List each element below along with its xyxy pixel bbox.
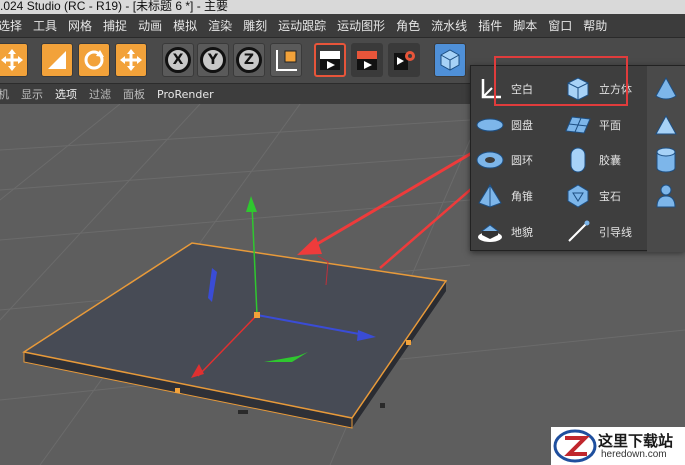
menu-item-label: 圆盘 [511,119,533,132]
capsule-icon [561,143,595,177]
menu-item-label: 地貌 [511,226,533,239]
scale-icon[interactable] [41,43,73,77]
lock-z-icon[interactable]: Z [233,43,265,77]
viewport-menu-display[interactable]: 显示 [21,86,43,102]
disc-icon [473,108,507,142]
viewport-menu-options[interactable]: 选项 [55,86,77,102]
viewport-menu-panel[interactable]: 面板 [123,86,145,102]
pyramid-icon [473,179,507,213]
plane-icon [561,108,595,142]
menu-simulate[interactable]: 模拟 [173,17,197,34]
watermark-logo-icon [553,429,597,463]
transform-icon[interactable] [115,43,147,77]
site-watermark: 这里下载站 heredown.com [551,427,685,465]
menu-select[interactable]: 选择 [0,17,22,34]
cone-icon [649,72,683,106]
menu-item-label: 引导线 [599,226,632,239]
lock-x-icon[interactable]: X [162,43,194,77]
menu-item-disc[interactable]: 圆盘 [473,108,533,142]
menu-item-pyramid-small[interactable] [649,108,683,142]
menu-item-floor[interactable]: 地貌 [473,215,533,249]
coordinate-system-icon[interactable] [270,43,302,77]
menu-item-label: 宝石 [599,190,621,203]
render-view-icon[interactable] [314,43,346,77]
watermark-domain: heredown.com [601,449,667,460]
window-title-bar: .024 Studio (RC - R19) - [未标题 6 *] - 主要 [0,0,685,14]
floor-icon [473,215,507,249]
menu-script[interactable]: 脚本 [513,17,537,34]
menu-item-capsule[interactable]: 胶囊 [561,143,621,177]
torus-icon [473,143,507,177]
viewport-menu-prorender[interactable]: ProRender [157,88,214,101]
guide-line-icon [561,215,595,249]
menu-item-figure[interactable] [649,179,683,213]
menu-animate[interactable]: 动画 [138,17,162,34]
menu-item-label: 圆环 [511,154,533,167]
viewport-menu-camera[interactable]: 机 [0,86,9,102]
menu-tools[interactable]: 工具 [33,17,57,34]
menu-item-platonic[interactable]: 宝石 [561,179,621,213]
axis-z-label: Z [236,47,262,73]
axis-y-label: Y [200,47,226,73]
menu-item-cylinder[interactable] [649,143,683,177]
menu-motion-tracker[interactable]: 运动跟踪 [278,17,326,34]
menu-item-label: 角锥 [511,190,533,203]
primitive-menu-extra-column [647,66,685,252]
menu-mograph[interactable]: 运动图形 [337,17,385,34]
menu-item-label: 平面 [599,119,621,132]
menu-pipeline[interactable]: 流水线 [431,17,467,34]
selected-plane-object[interactable] [22,242,448,429]
menu-plugins[interactable]: 插件 [478,17,502,34]
menu-help[interactable]: 帮助 [583,17,607,34]
lock-y-icon[interactable]: Y [197,43,229,77]
pyramid-small-icon [649,108,683,142]
axis-x-label: X [165,47,191,73]
rotate-icon[interactable] [78,43,110,77]
main-menu-bar: 选择 工具 网格 捕捉 动画 模拟 渲染 雕刻 运动跟踪 运动图形 角色 流水线… [0,14,685,38]
render-active-icon[interactable] [351,43,383,77]
menu-item-guide[interactable]: 引导线 [561,215,632,249]
menu-character[interactable]: 角色 [396,17,420,34]
menu-snap[interactable]: 捕捉 [103,17,127,34]
menu-item-pyramid[interactable]: 角锥 [473,179,533,213]
move-icon[interactable] [0,43,28,77]
window-title: .024 Studio (RC - R19) - [未标题 6 *] - 主要 [0,0,229,13]
platonic-icon [561,179,595,213]
cylinder-icon [649,143,683,177]
menu-item-label: 胶囊 [599,154,621,167]
menu-window[interactable]: 窗口 [548,17,572,34]
render-settings-icon[interactable] [388,43,420,77]
menu-sculpt[interactable]: 雕刻 [243,17,267,34]
watermark-title: 这里下载站 [598,432,674,450]
menu-render[interactable]: 渲染 [208,17,232,34]
menu-item-plane[interactable]: 平面 [561,108,621,142]
menu-mesh[interactable]: 网格 [68,17,92,34]
cube-highlight-box [494,56,628,106]
figure-icon [649,179,683,213]
menu-item-cone[interactable] [649,72,683,106]
cube-icon[interactable] [434,43,466,77]
viewport-menu-filter[interactable]: 过滤 [89,86,111,102]
menu-item-torus[interactable]: 圆环 [473,143,533,177]
